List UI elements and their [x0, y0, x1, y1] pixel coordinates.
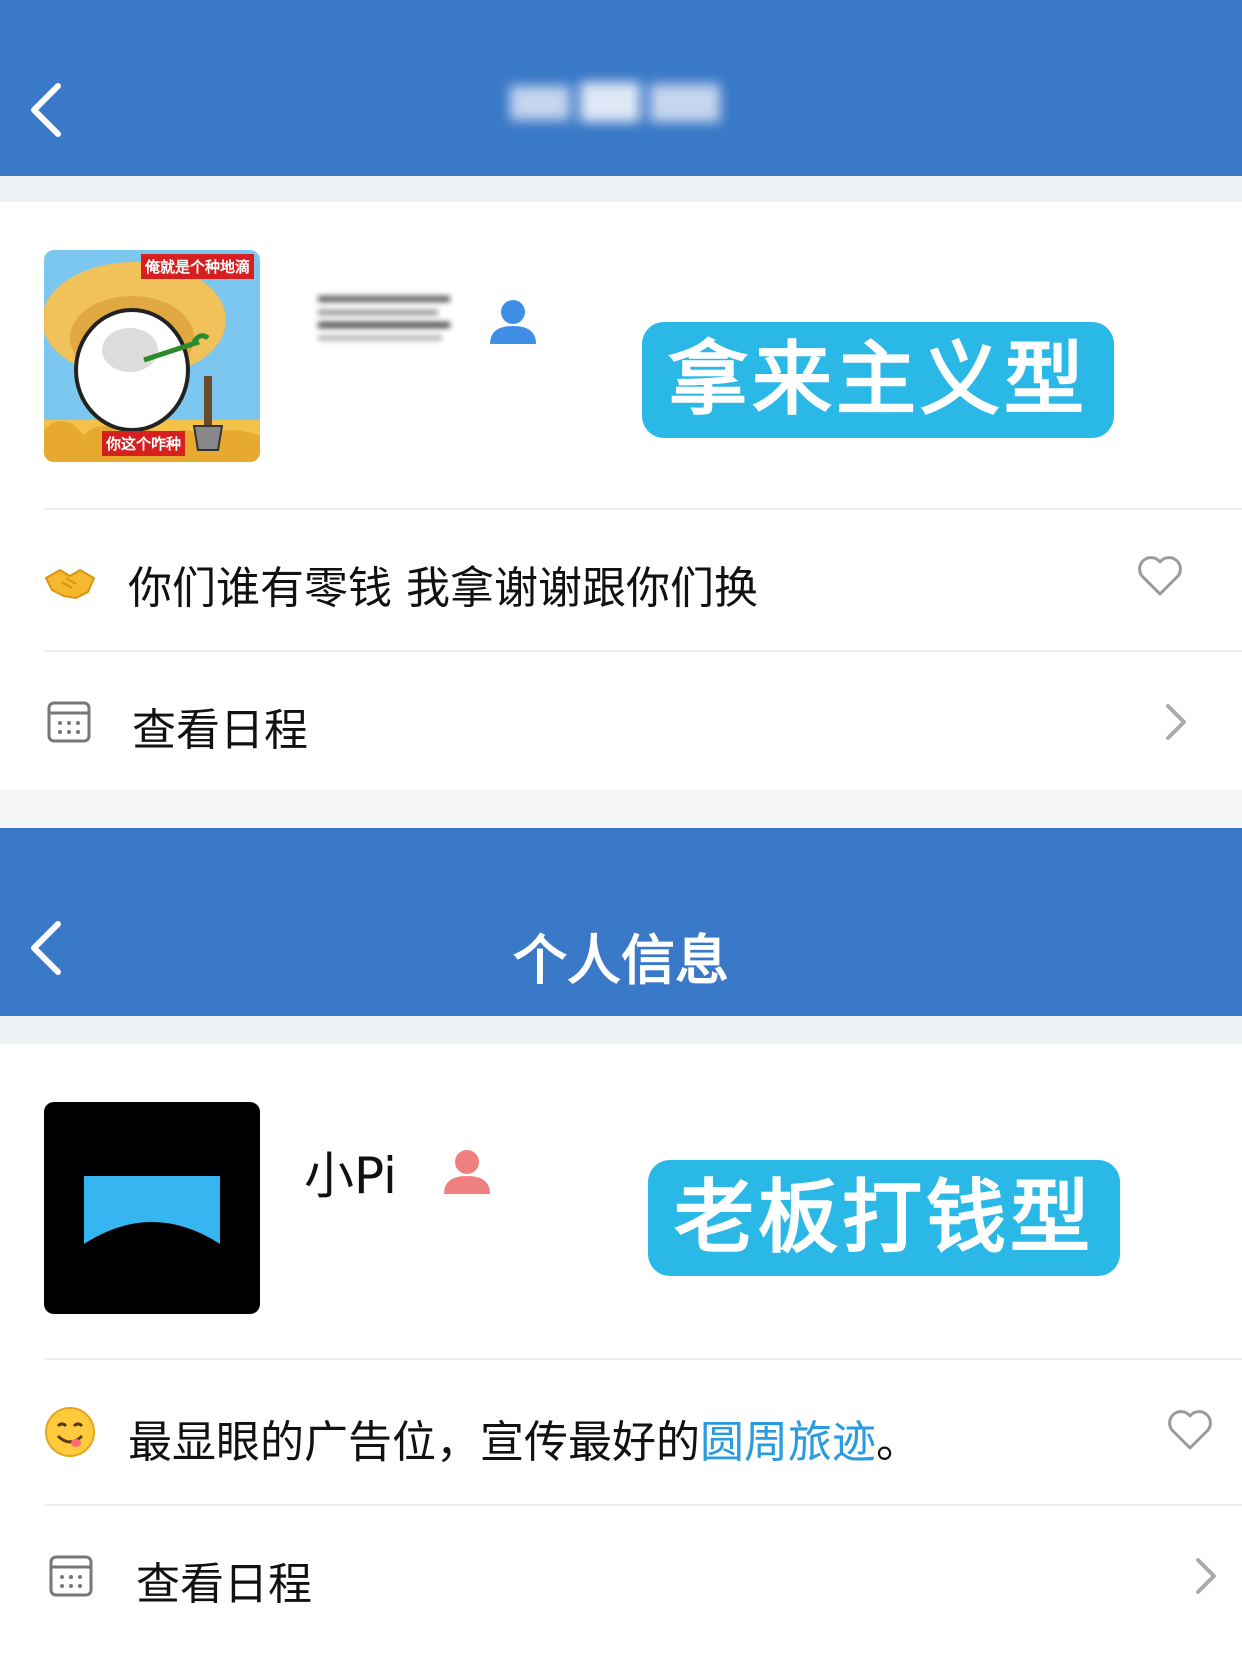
divider [44, 1358, 1242, 1360]
view-schedule-label: 查看日程 [136, 1559, 312, 1610]
view-schedule-row[interactable]: 查看日程 [0, 652, 1242, 790]
status-text: 最显眼的广告位，宣传最好的圆周旅迹。 [128, 1406, 920, 1470]
section-gap [0, 790, 1242, 828]
username: 小Pi [304, 1147, 397, 1205]
section-gap [0, 1016, 1242, 1044]
profile-card-1: 俺就是个种地滴 你这个咋种 拿来主义型 你们谁有零钱 我拿谢谢跟你们换 查看日程 [0, 202, 1242, 790]
status-text: 你们谁有零钱 我拿谢谢跟你们换 [128, 563, 758, 614]
chevron-right-icon [1166, 704, 1186, 740]
user-profile-icon [444, 1150, 490, 1194]
view-schedule-label: 查看日程 [132, 705, 308, 756]
status-suffix: 。 [876, 1417, 920, 1468]
type-tag-2: 老板打钱型 [648, 1160, 1120, 1276]
status-link[interactable]: 圆周旅迹 [700, 1417, 876, 1468]
type-tag-1: 拿来主义型 [642, 322, 1114, 438]
avatar-caption-bottom: 你这个咋种 [102, 431, 186, 456]
top-header-bar: 个人信息 [0, 828, 1242, 1016]
logo-image [84, 1176, 220, 1244]
status-prefix: 最显眼的广告位，宣传最好的 [128, 1417, 700, 1468]
avatar-caption-top: 俺就是个种地滴 [140, 254, 254, 279]
page-title: 个人信息 [513, 929, 729, 992]
blurred-username [318, 296, 450, 340]
divider [44, 508, 1242, 510]
calendar-icon [47, 701, 91, 743]
user-profile-icon [490, 300, 536, 344]
logo-avatar[interactable] [44, 1102, 260, 1314]
meme-avatar[interactable]: 俺就是个种地滴 你这个咋种 [44, 250, 260, 462]
handshake-icon [44, 568, 96, 600]
chevron-right-icon [1196, 1558, 1216, 1594]
section-gap [0, 176, 1242, 202]
back-chevron-icon[interactable] [26, 80, 66, 140]
blurred-header-title [510, 82, 720, 122]
profile-card-2: 小Pi 老板打钱型 最显眼的广告位，宣传最好的圆周旅迹。 查看日程 [0, 1044, 1242, 1656]
heart-like-icon[interactable] [1166, 1408, 1214, 1452]
heart-like-icon[interactable] [1136, 554, 1184, 598]
view-schedule-row[interactable]: 查看日程 [0, 1506, 1242, 1656]
yum-face-icon [45, 1407, 95, 1457]
calendar-icon [49, 1555, 93, 1597]
top-header-bar [0, 0, 1242, 176]
